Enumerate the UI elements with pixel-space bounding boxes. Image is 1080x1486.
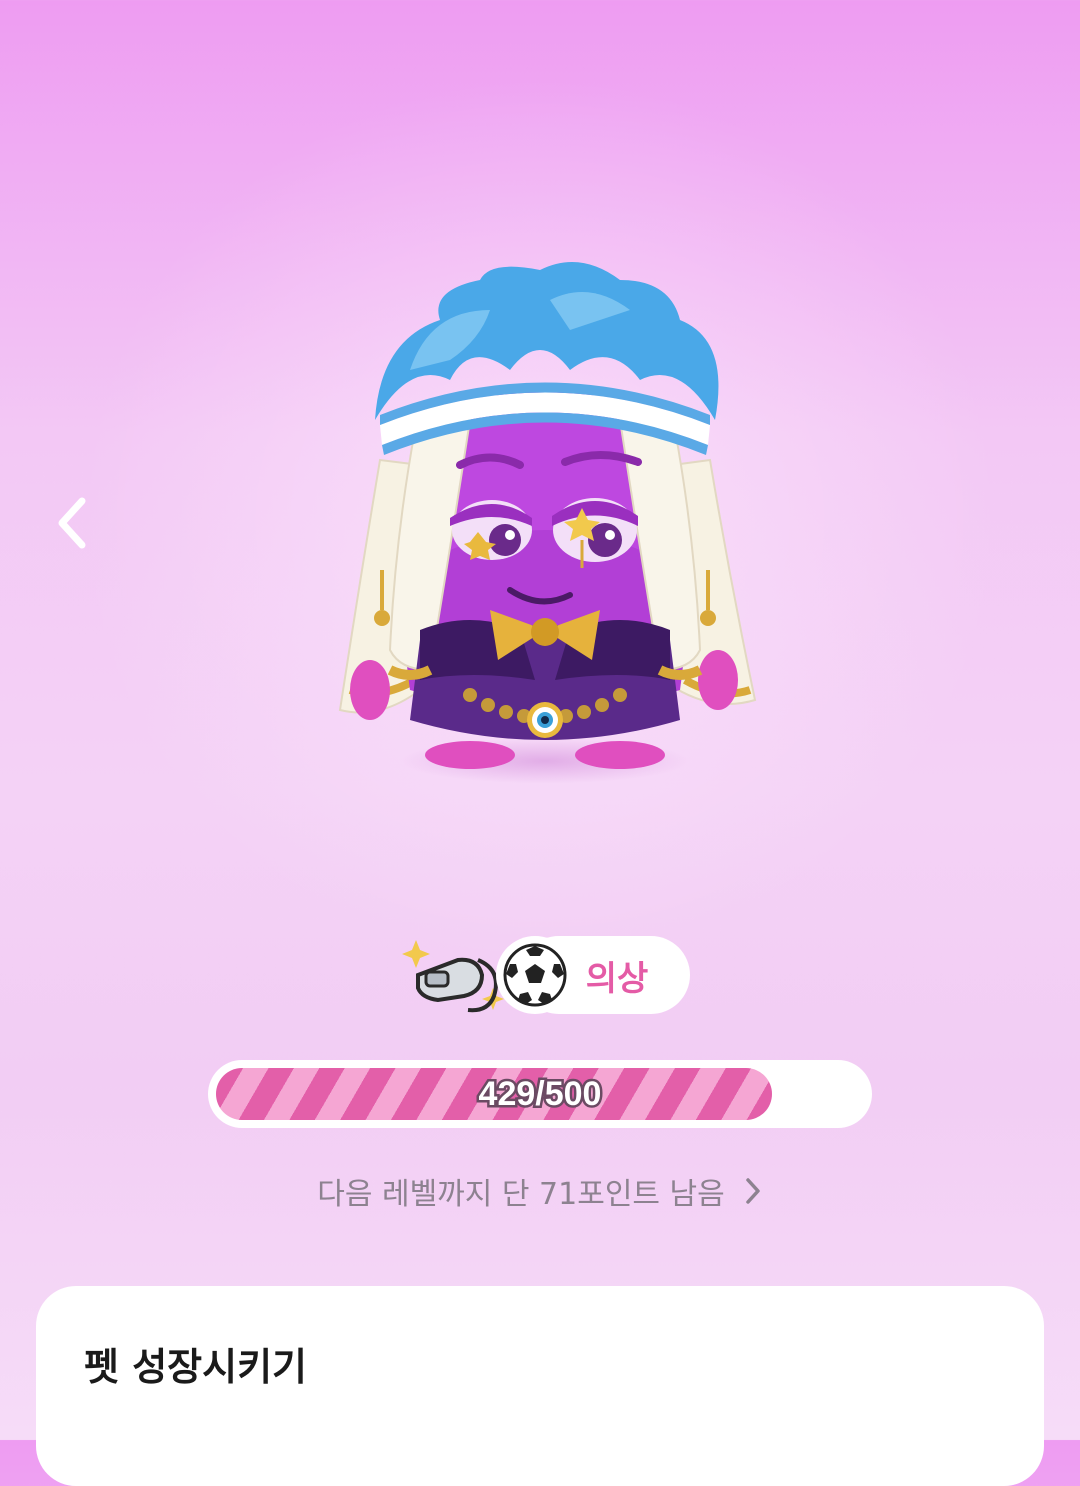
card-title: 펫 성장시키기 xyxy=(84,1345,307,1389)
pet-character-icon xyxy=(338,262,757,769)
costume-label: 의상 xyxy=(585,958,649,999)
soccer-ball-badge xyxy=(496,936,574,1014)
pet-character[interactable] xyxy=(320,250,770,810)
back-button[interactable] xyxy=(40,488,104,558)
chevron-left-icon xyxy=(58,497,86,549)
grow-pet-card: 펫 성장시키기 xyxy=(36,1286,1044,1486)
whistle-badge xyxy=(398,930,508,1020)
chevron-right-icon xyxy=(743,1176,763,1206)
progress-label: 429/500 xyxy=(476,1073,604,1116)
next-level-info-link[interactable]: 다음 레벨까지 단 71포인트 남음 xyxy=(0,1166,1080,1216)
whistle-icon xyxy=(402,940,504,1013)
level-progress-bar: 429/500 xyxy=(208,1060,872,1128)
soccer-ball-icon xyxy=(503,943,567,1007)
remaining-points-text: 다음 레벨까지 단 71포인트 남음 xyxy=(317,1177,725,1212)
